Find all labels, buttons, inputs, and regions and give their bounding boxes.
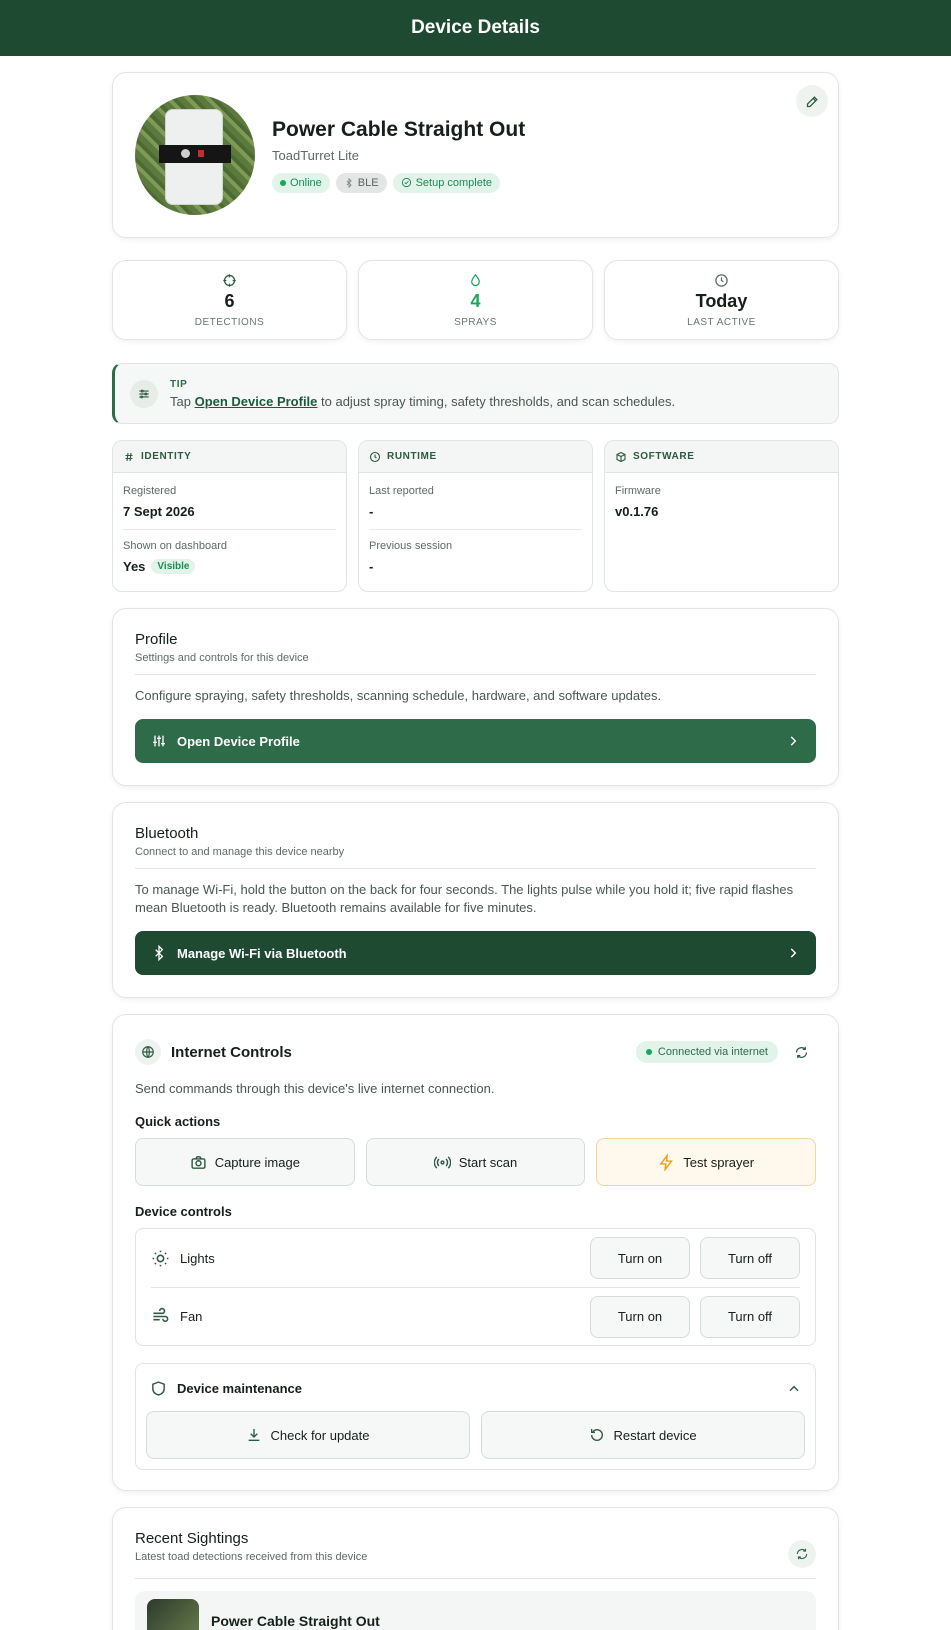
software-panel: SOFTWARE Firmware v0.1.76 — [604, 440, 839, 592]
sun-icon — [152, 1250, 169, 1266]
refresh-status-button[interactable] — [786, 1037, 816, 1067]
package-icon — [616, 451, 626, 462]
device-controls-panel: Lights Turn on Turn off Fan Turn on Turn… — [135, 1228, 816, 1346]
restart-device-button[interactable]: Restart device — [481, 1411, 805, 1459]
fan-control-row: Fan Turn on Turn off — [151, 1287, 800, 1345]
status-badge-online: Online — [272, 172, 330, 193]
content: Power Cable Straight Out ToadTurret Lite… — [112, 72, 839, 1630]
visible-badge: Visible — [151, 559, 196, 574]
info-grid: IDENTITY Registered 7 Sept 2026 Shown on… — [112, 440, 839, 592]
lights-off-button[interactable]: Turn off — [700, 1237, 800, 1279]
refresh-sightings-button[interactable] — [788, 1540, 816, 1568]
open-device-profile-button[interactable]: Open Device Profile — [135, 719, 816, 763]
check-circle-icon — [401, 177, 411, 188]
edit-device-button[interactable] — [796, 85, 828, 117]
chevron-right-icon — [790, 948, 797, 958]
test-sprayer-button[interactable]: Test sprayer — [596, 1138, 817, 1186]
download-icon — [249, 1429, 260, 1441]
open-device-profile-link[interactable]: Open Device Profile — [195, 394, 318, 409]
chevron-right-icon — [790, 736, 797, 746]
start-scan-button[interactable]: Start scan — [365, 1138, 586, 1186]
sliders-icon — [153, 735, 165, 747]
tip-banner: TIP Tap Open Device Profile to adjust sp… — [112, 363, 839, 424]
stat-sprays: 4 SPRAYS — [358, 260, 593, 340]
restart-icon — [591, 1428, 604, 1441]
device-name: Power Cable Straight Out — [272, 117, 526, 141]
bluetooth-icon — [155, 945, 164, 961]
device-maintenance-panel: Device maintenance Check for update Rest… — [135, 1363, 816, 1470]
bluetooth-icon — [346, 177, 352, 188]
refresh-icon — [796, 1548, 808, 1560]
clock-icon — [369, 451, 381, 462]
device-model: ToadTurret Lite — [272, 147, 359, 163]
fan-off-button[interactable]: Turn off — [700, 1295, 800, 1338]
sliders-icon — [130, 379, 158, 408]
online-dot-icon — [280, 179, 286, 186]
runtime-panel: RUNTIME Last reported - Previous session… — [358, 440, 593, 592]
online-dot-icon — [645, 1049, 652, 1055]
status-badge-ble: BLE — [335, 172, 387, 193]
crosshair-icon — [223, 273, 236, 287]
status-badge-setup: Setup complete — [392, 172, 501, 193]
list-item[interactable]: Power Cable Straight Out — [135, 1591, 816, 1630]
device-avatar — [135, 95, 255, 215]
droplet-icon — [471, 273, 480, 286]
internet-controls-section: Internet Controls Connected via internet… — [112, 1014, 839, 1491]
camera-icon — [191, 1155, 206, 1169]
check-for-update-button[interactable]: Check for update — [146, 1411, 470, 1459]
globe-icon — [135, 1039, 161, 1065]
page-title: Device Details — [411, 17, 540, 38]
recent-sightings-section: Recent Sightings Latest toad detections … — [112, 1507, 839, 1630]
app-header: Device Details — [0, 0, 951, 56]
fan-on-button[interactable]: Turn on — [590, 1295, 690, 1338]
lights-control-row: Lights Turn on Turn off — [151, 1229, 800, 1287]
shield-icon — [152, 1381, 165, 1396]
manage-wifi-bluetooth-button[interactable]: Manage Wi-Fi via Bluetooth — [135, 931, 816, 975]
hash-icon — [125, 452, 133, 461]
stat-last-active: Today LAST ACTIVE — [604, 260, 839, 340]
radar-icon — [433, 1155, 451, 1169]
lightning-icon — [659, 1153, 674, 1171]
refresh-icon — [795, 1046, 807, 1058]
device-hero-card: Power Cable Straight Out ToadTurret Lite… — [112, 72, 839, 238]
sighting-thumbnail — [147, 1599, 199, 1630]
stats-row: 6 DETECTIONS 4 SPRAYS Today LAST ACTIVE — [112, 260, 839, 340]
stat-detections: 6 DETECTIONS — [112, 260, 347, 340]
profile-section: Profile Settings and controls for this d… — [112, 608, 839, 786]
identity-panel: IDENTITY Registered 7 Sept 2026 Shown on… — [112, 440, 347, 592]
connection-status-badge: Connected via internet — [635, 1041, 778, 1063]
maintenance-toggle[interactable]: Device maintenance — [146, 1380, 805, 1397]
capture-image-button[interactable]: Capture image — [135, 1138, 355, 1186]
bluetooth-section: Bluetooth Connect to and manage this dev… — [112, 802, 839, 998]
lights-on-button[interactable]: Turn on — [590, 1237, 690, 1279]
wind-icon — [153, 1307, 169, 1323]
chevron-up-icon — [789, 1385, 799, 1391]
clock-icon — [715, 273, 728, 287]
pencil-icon — [806, 95, 818, 107]
